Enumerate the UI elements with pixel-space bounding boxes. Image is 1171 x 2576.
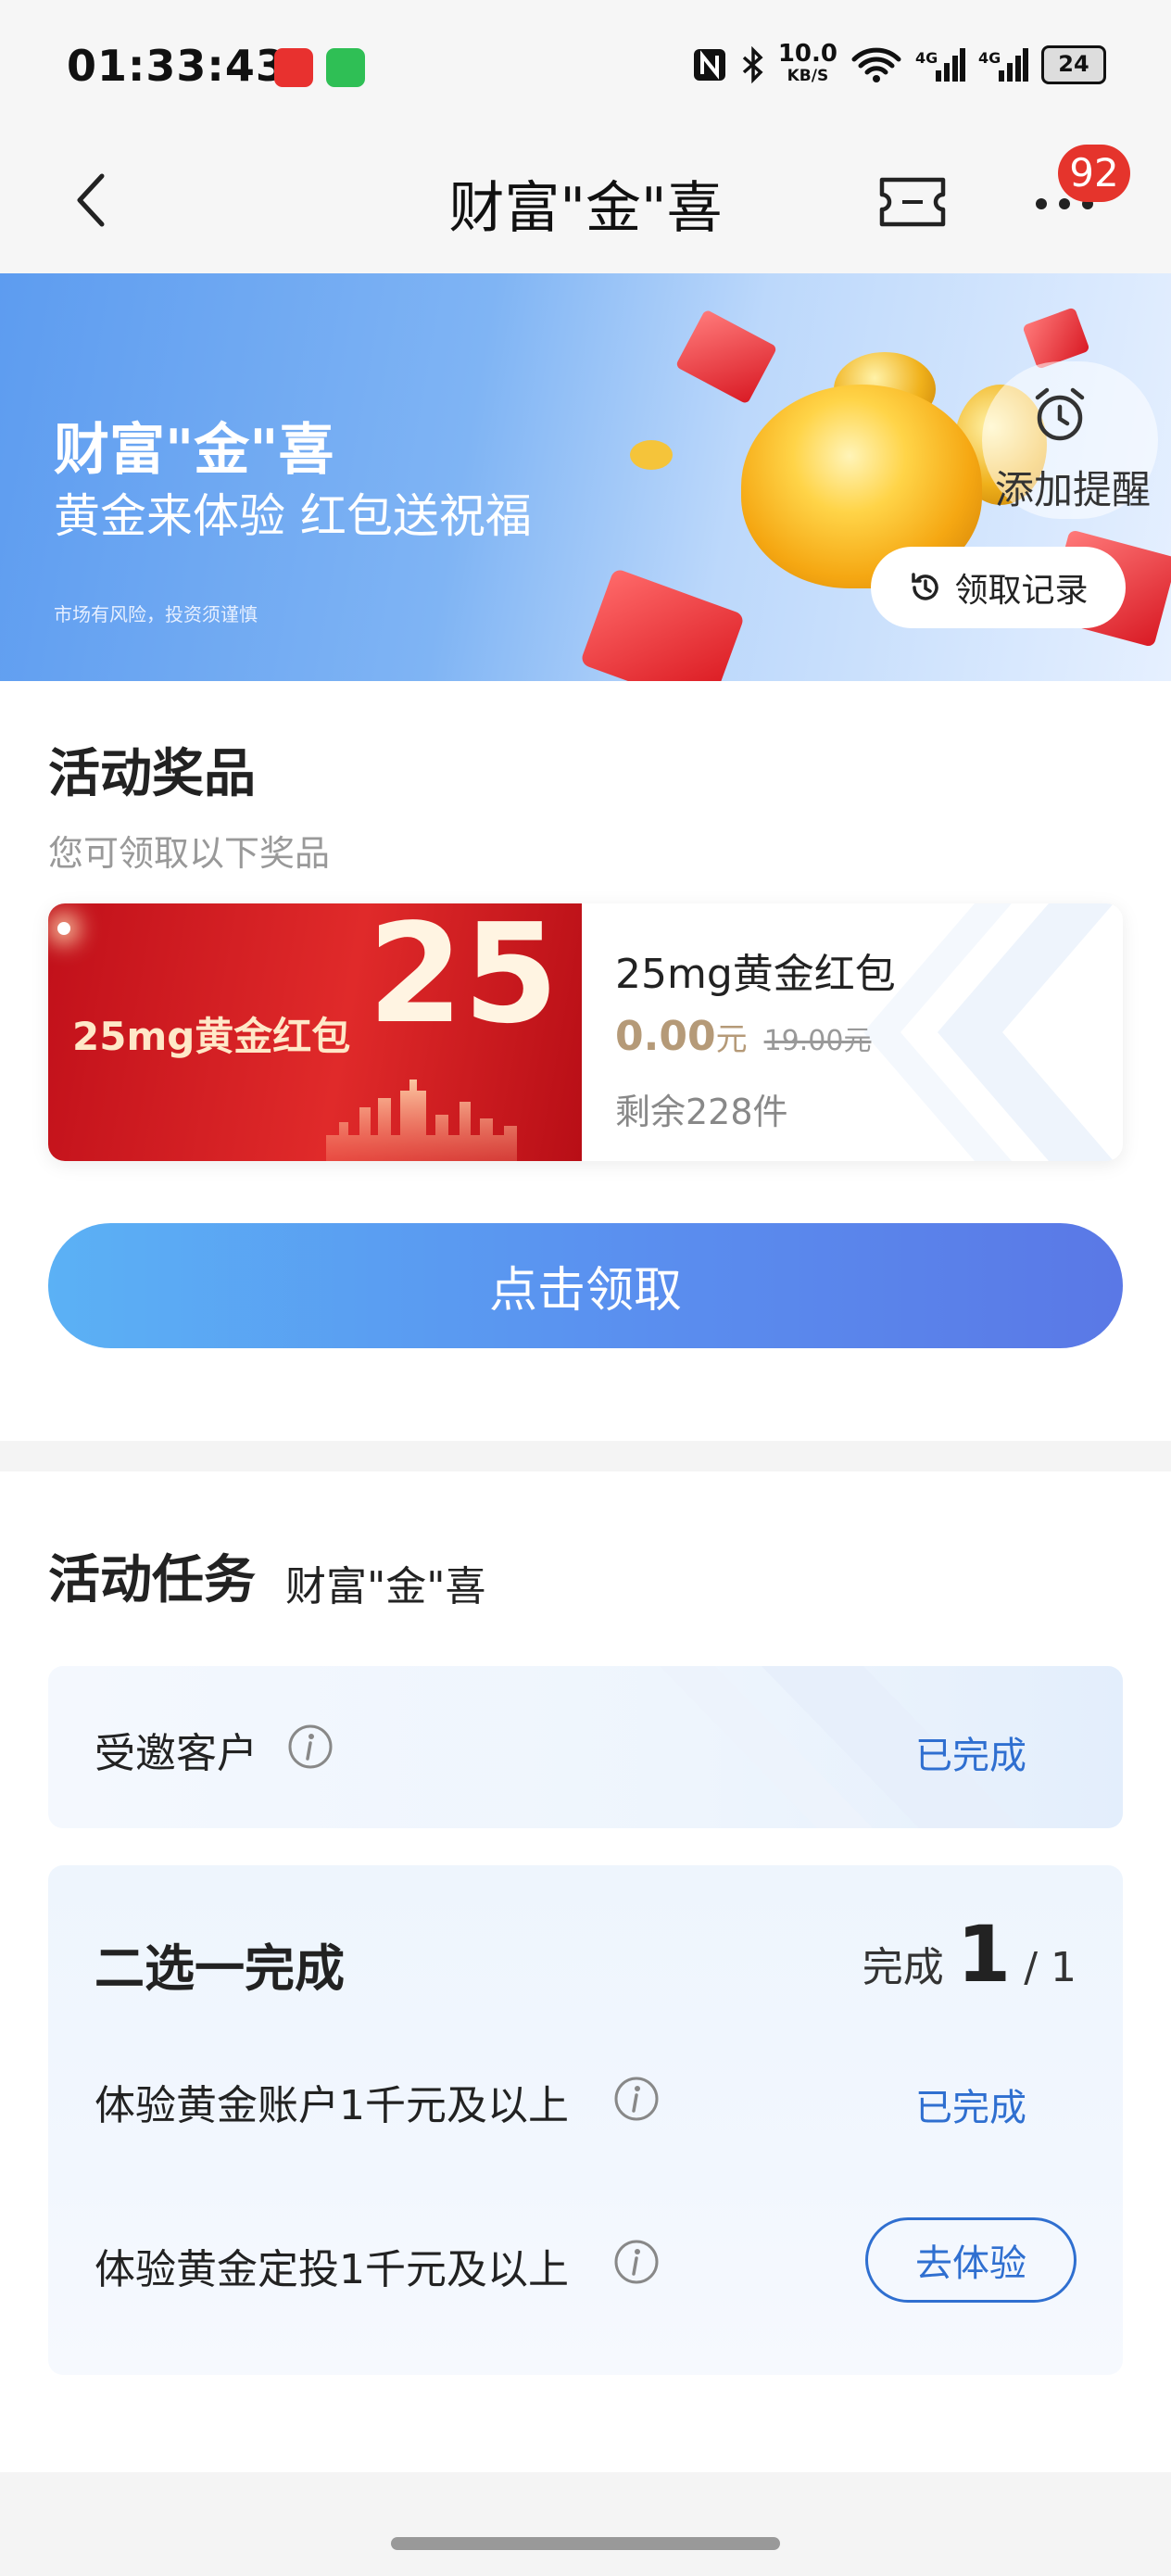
try-now-button[interactable]: 去体验 [865,2217,1077,2303]
prize-price: 0.00元 19.00元 [615,1013,872,1060]
tasks-subtitle: 财富"金"喜 [285,1563,486,1610]
svg-text:4G: 4G [915,49,938,67]
add-reminder-label: 添加提醒 [994,467,1151,512]
gold-coin-decoration [630,440,673,470]
claim-record-label: 领取记录 [954,572,1089,610]
status-indicators: 10.0 KB/S 4G 4G 24 [691,40,1106,87]
signal-4g-icon-2: 4G [978,48,1028,82]
sparkle-decoration [57,922,70,935]
activity-banner: 财富"金"喜 黄金来体验 红包送祝福 市场有风险，投资须谨慎 添加提醒 领取记录 [0,273,1171,681]
banner-title: 财富"金"喜 [54,418,334,483]
city-skyline-decoration [326,1080,517,1161]
claim-button[interactable]: 点击领取 [48,1223,1123,1348]
chevron-decoration [863,903,1114,1161]
red-packet-decoration [1022,307,1090,370]
prize-image: 25 25mg黄金红包 [48,903,582,1161]
status-time: 01:33:43 [67,41,286,91]
home-indicator[interactable] [391,2537,780,2550]
tasks-title: 活动任务 [48,1550,256,1610]
page-title: 财富"金"喜 [448,176,723,241]
red-packet-decoration [579,567,746,681]
info-icon[interactable] [613,2076,660,2122]
original-price: 19.00元 [763,1025,872,1057]
choose-one-title: 二选一完成 [94,1939,345,1998]
history-icon [912,573,939,600]
payment-app-icon [274,48,313,87]
info-icon[interactable] [613,2239,660,2285]
task-progress: 完成 1 / 1 [862,1909,1077,2000]
svg-text:4G: 4G [978,49,1001,67]
nfc-icon [693,49,725,81]
signal-4g-icon: 4G [915,48,965,82]
prize-stock: 剩余228件 [615,1092,788,1132]
ticket-icon[interactable] [878,176,947,228]
invited-task-label: 受邀客户 [94,1730,258,1777]
battery-icon: 24 [1041,45,1106,84]
notification-badge: 92 [1058,145,1130,202]
banner-subtitle: 黄金来体验 红包送祝福 [54,489,532,543]
bluetooth-icon [742,46,763,83]
gold-plan-task-label: 体验黄金定投1千元及以上 [94,2246,569,2293]
message-app-icon [326,48,365,87]
invited-task-status: 已完成 [915,1735,1026,1777]
prize-card[interactable]: 25 25mg黄金红包 25mg黄金红包 0.00元 19.00元 剩余228件 [48,903,1123,1161]
wifi-icon [851,47,901,82]
risk-note: 市场有风险，投资须谨慎 [54,603,258,625]
prize-image-label: 25mg黄金红包 [72,1014,351,1059]
net-speed: 10.0 KB/S [777,40,837,85]
prizes-title: 活动奖品 [48,744,256,804]
gold-account-task-status: 已完成 [915,2087,1026,2129]
prize-image-number: 25 [368,903,559,1054]
claim-record-button[interactable]: 领取记录 [871,547,1126,628]
gold-account-task-label: 体验黄金账户1千元及以上 [94,2082,569,2129]
prizes-subtitle: 您可领取以下奖品 [48,833,331,874]
info-icon[interactable] [287,1724,334,1770]
red-packet-decoration [674,309,778,405]
prize-name: 25mg黄金红包 [615,951,896,998]
alarm-clock-icon [1035,387,1085,441]
